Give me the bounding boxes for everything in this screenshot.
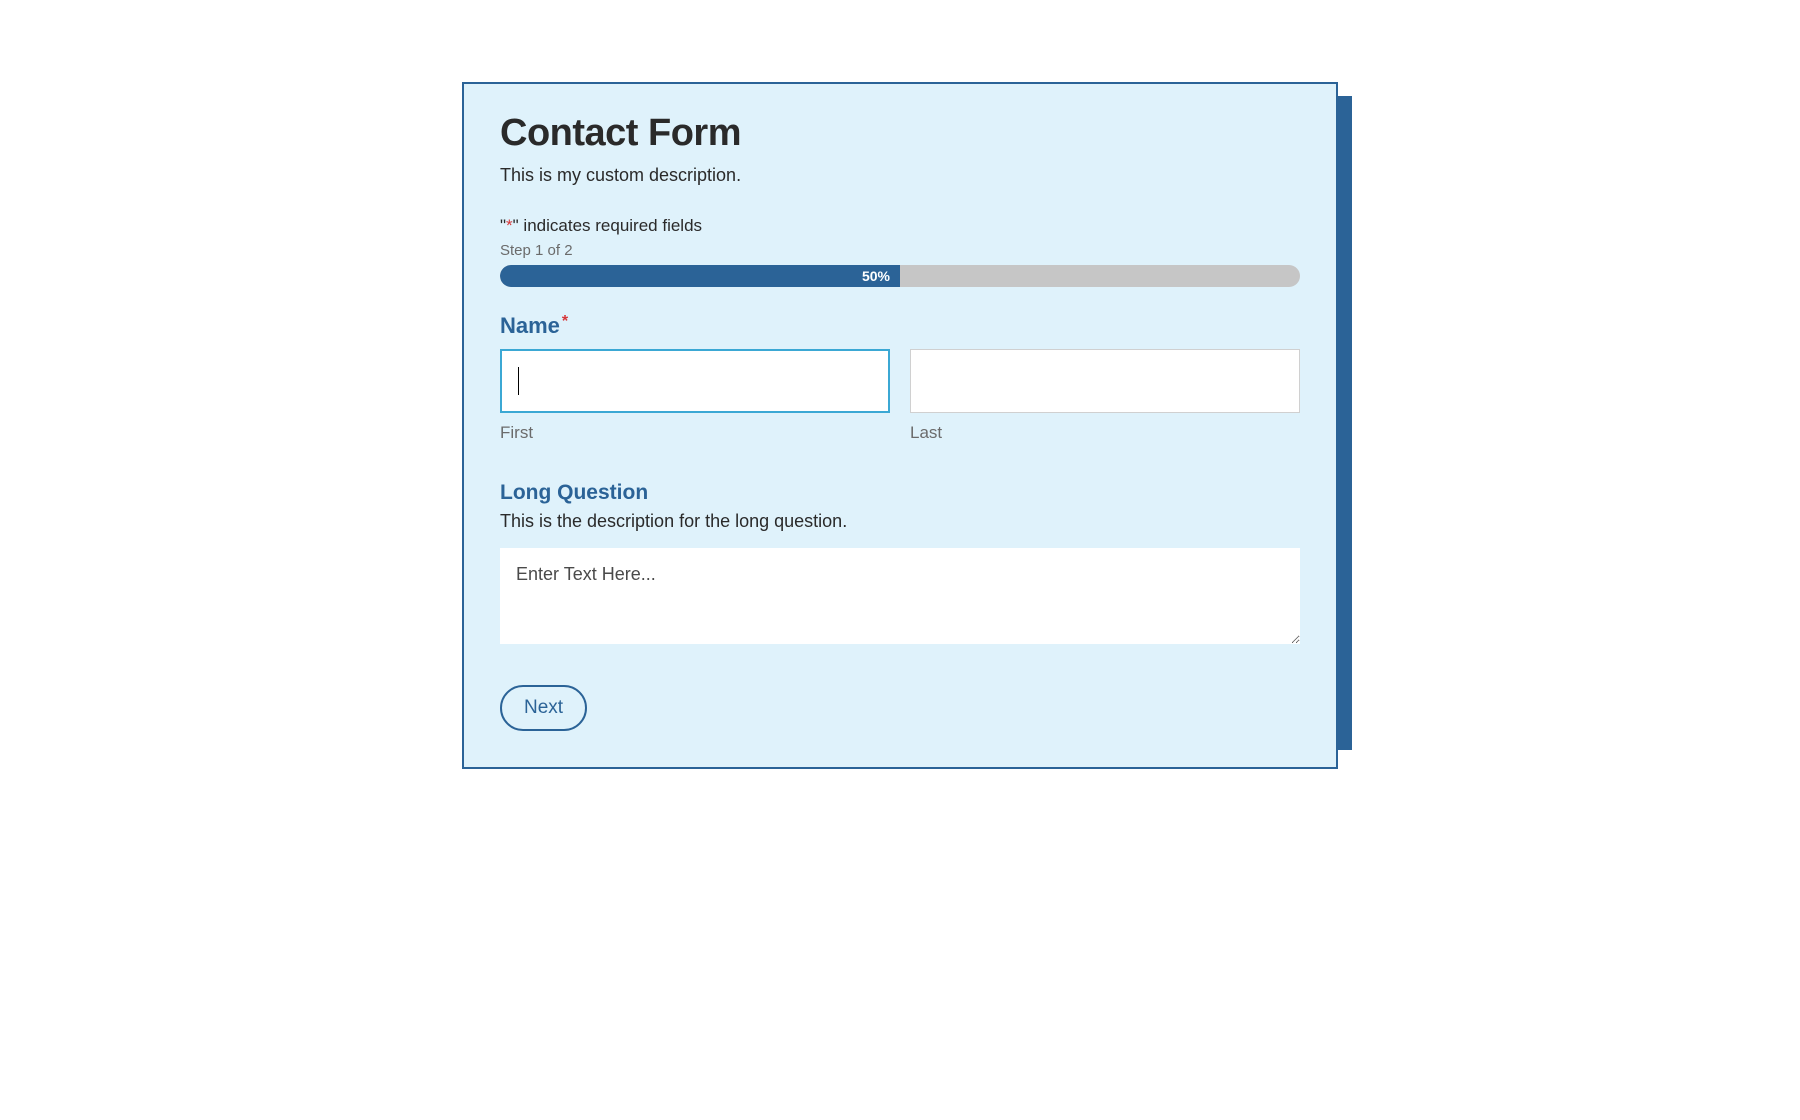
long-question-label: Long Question	[500, 481, 1300, 505]
progress-bar: 50%	[500, 265, 1300, 287]
name-field-group: Name* First Last	[500, 313, 1300, 443]
long-question-description: This is the description for the long que…	[500, 511, 1300, 532]
first-name-input[interactable]	[500, 349, 890, 413]
asterisk-icon: *	[506, 216, 513, 235]
first-name-column: First	[500, 349, 890, 443]
long-question-group: Long Question This is the description fo…	[500, 481, 1300, 685]
first-name-input-wrapper	[500, 349, 890, 413]
form-wrapper: Contact Form This is my custom descripti…	[462, 82, 1338, 769]
next-button[interactable]: Next	[500, 685, 587, 731]
form-description: This is my custom description.	[500, 165, 1300, 186]
required-note-suffix: " indicates required fields	[513, 216, 702, 235]
name-label: Name	[500, 313, 560, 339]
contact-form-container: Contact Form This is my custom descripti…	[462, 82, 1338, 769]
name-inputs-row: First Last	[500, 349, 1300, 443]
long-question-textarea[interactable]	[500, 548, 1300, 644]
step-indicator: Step 1 of 2	[500, 242, 1300, 259]
form-title: Contact Form	[500, 112, 1300, 155]
progress-percent-text: 50%	[862, 268, 890, 284]
required-fields-note: "*" indicates required fields	[500, 216, 1300, 236]
progress-fill: 50%	[500, 265, 900, 287]
last-name-input[interactable]	[910, 349, 1300, 413]
last-name-column: Last	[910, 349, 1300, 443]
text-cursor-icon	[518, 367, 519, 395]
last-name-sublabel: Last	[910, 423, 1300, 443]
required-asterisk-icon: *	[562, 313, 568, 330]
first-name-sublabel: First	[500, 423, 890, 443]
